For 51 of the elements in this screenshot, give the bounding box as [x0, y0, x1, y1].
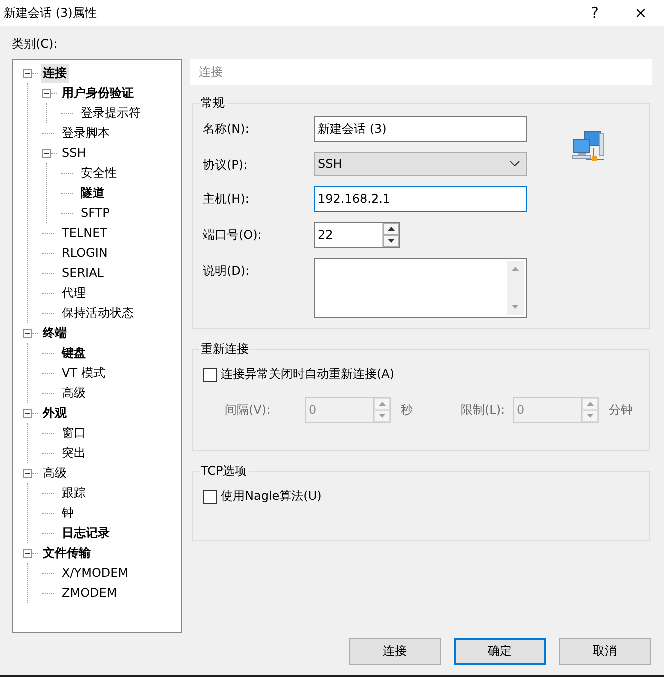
- field-label: 间隔(V):: [225, 402, 271, 418]
- category-label: 类别(C):: [12, 36, 59, 53]
- tree-item[interactable]: 突出: [60, 444, 88, 462]
- dialog-button[interactable]: 确定: [454, 638, 546, 665]
- group-title: TCP选项: [200, 463, 248, 480]
- tree-item[interactable]: 文件传输: [41, 544, 93, 562]
- unit-label: 分钟: [609, 402, 633, 418]
- field-label: 主机(H):: [203, 191, 250, 208]
- tree-item[interactable]: 保持活动状态: [60, 304, 136, 322]
- tree-item[interactable]: 终端: [41, 324, 69, 342]
- protocol-dropdown[interactable]: SSH: [314, 152, 527, 176]
- spin-field[interactable]: 22: [314, 222, 400, 248]
- field-label: 说明(D):: [203, 263, 251, 280]
- tree-item[interactable]: 隧道: [79, 184, 107, 202]
- tree-item[interactable]: 登录提示符: [79, 104, 143, 122]
- checkbox-label: 连接异常关闭时自动重新连接(A): [221, 366, 395, 383]
- window-title: 新建会话 (3)属性: [4, 4, 98, 22]
- tree-item[interactable]: VT 模式: [60, 364, 108, 382]
- tree-item[interactable]: ZMODEM: [60, 585, 120, 601]
- tree-item[interactable]: RLOGIN: [60, 245, 110, 261]
- group-title: 重新连接: [200, 341, 250, 358]
- tree-item[interactable]: 日志记录: [60, 524, 112, 542]
- text-field[interactable]: 192.168.2.1: [314, 186, 527, 212]
- tree-item[interactable]: SSH: [60, 145, 88, 161]
- tree-item[interactable]: 连接: [41, 64, 69, 82]
- field-label: 端口号(O):: [203, 227, 263, 244]
- dialog-button[interactable]: 取消: [559, 638, 651, 665]
- tree-item[interactable]: SERIAL: [60, 265, 106, 281]
- field-label: 名称(N):: [203, 121, 250, 138]
- tree-item[interactable]: 外观: [41, 404, 69, 422]
- field-label: 协议(P):: [203, 157, 249, 174]
- tree-item[interactable]: TELNET: [60, 225, 110, 241]
- tree-item[interactable]: 登录脚本: [60, 124, 112, 142]
- tree-item[interactable]: 钟: [60, 504, 76, 522]
- dialog-button[interactable]: 连接: [349, 638, 441, 665]
- checkbox-label: 使用Nagle算法(U): [221, 488, 322, 505]
- tree-item[interactable]: X/YMODEM: [60, 565, 131, 581]
- section-title: 连接: [199, 64, 223, 80]
- tree-item[interactable]: 高级: [60, 384, 88, 402]
- tree-item[interactable]: 代理: [60, 284, 88, 302]
- field-label: 限制(L):: [461, 402, 506, 418]
- tree-item[interactable]: SFTP: [79, 205, 112, 221]
- tree-item[interactable]: 键盘: [60, 344, 88, 362]
- text-field[interactable]: 新建会话 (3): [314, 116, 527, 142]
- tree-item[interactable]: 安全性: [79, 164, 119, 182]
- unit-label: 秒: [401, 402, 413, 418]
- tree-item[interactable]: 高级: [41, 464, 69, 482]
- tree-item[interactable]: 用户身份验证: [60, 84, 136, 102]
- tree-item[interactable]: 跟踪: [60, 484, 88, 502]
- group-title: 常规: [200, 95, 226, 112]
- tree-item[interactable]: 窗口: [60, 424, 88, 442]
